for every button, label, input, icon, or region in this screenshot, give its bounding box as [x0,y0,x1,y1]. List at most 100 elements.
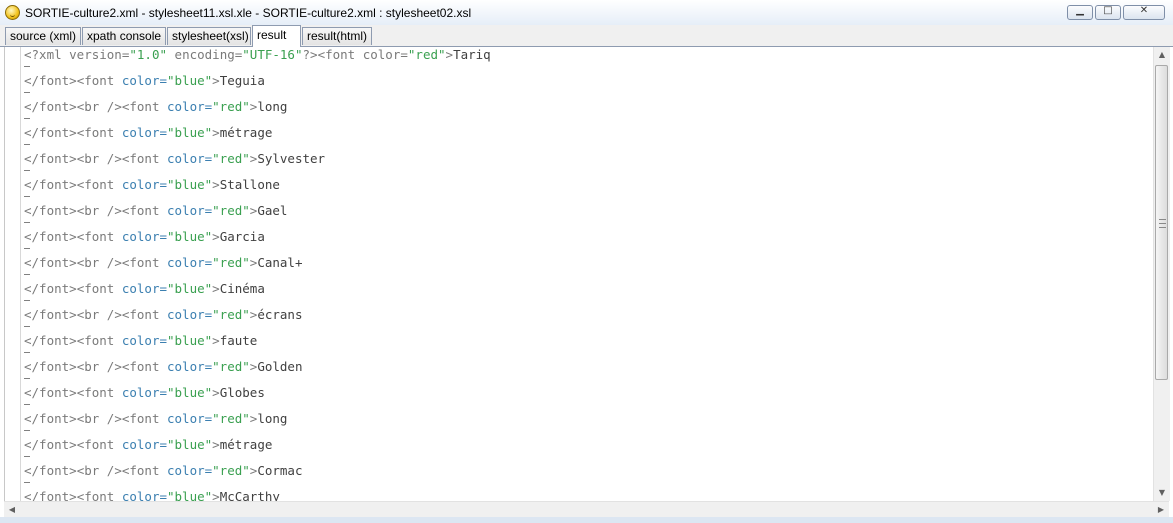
font-close-tag: </font> [24,489,77,502]
scroll-left-icon[interactable]: ◀ [4,502,20,518]
color-attribute: color= [167,411,213,426]
text-content: McCarthy [219,489,280,502]
tag-close: > [212,125,220,140]
color-value: "blue" [167,385,213,400]
text-content: Canal+ [257,255,303,270]
text-content: métrage [219,125,273,140]
color-value: "red" [212,99,250,114]
line-break-marker [24,216,30,223]
attribute-value: "UTF-16" [242,47,303,62]
color-value: "red" [212,203,250,218]
color-value: "blue" [167,437,213,452]
text-content: Sylvester [257,151,326,166]
color-attribute: color= [167,307,213,322]
color-attribute: color= [121,177,167,192]
font-open-tag: <font [76,385,122,400]
font-open-tag: <font [121,151,167,166]
attribute-value: "red" [407,47,446,62]
color-attribute: color= [121,385,167,400]
tag-text: = [400,47,408,62]
color-attribute: color= [121,489,167,502]
title-bar[interactable]: SORTIE-culture2.xml - stylesheet11.xsl.x… [0,0,1173,26]
minimize-button[interactable]: ▁ [1067,5,1093,20]
vertical-scrollbar[interactable]: ▲ ▼ [1153,47,1170,501]
color-value: "blue" [167,73,213,88]
code-line: </font><br /><font color="red">Sylvester [24,151,325,177]
line-break-marker [24,476,30,483]
code-line: </font><font color="blue">Teguia [24,73,265,99]
tab-xpath-console[interactable]: xpath console [82,27,166,45]
text-content: Tariq [453,47,491,62]
code-area: <?xml version="1.0" encoding="UTF-16"?><… [24,47,491,502]
color-attribute: color= [121,333,167,348]
tag-close: > [212,489,220,502]
font-open-tag: <font [76,489,122,502]
tag-text: > [445,47,454,62]
color-value: "red" [212,359,250,374]
font-open-tag: <font [121,463,167,478]
window-title: SORTIE-culture2.xml - stylesheet11.xsl.x… [25,6,472,20]
font-close-tag: </font> [24,73,77,88]
color-attribute: color= [167,151,213,166]
code-line: </font><br /><font color="red">Gael [24,203,287,229]
font-close-tag: </font> [24,99,77,114]
font-close-tag: </font> [24,385,77,400]
line-break-marker [24,86,30,93]
line-break-marker [24,372,30,379]
code-line: </font><br /><font color="red">Cormac [24,463,302,489]
scroll-down-icon[interactable]: ▼ [1154,485,1170,501]
close-icon: ✕ [1139,5,1149,16]
window-bottom-border [0,517,1173,523]
text-content: Teguia [219,73,265,88]
code-line: </font><br /><font color="red">Canal+ [24,255,302,281]
font-open-tag: <font [76,437,122,452]
line-break-marker [24,164,30,171]
font-close-tag: </font> [24,281,77,296]
tab-stylesheet-xsl[interactable]: stylesheet(xsl) [167,27,251,45]
tab-result[interactable]: result [252,25,301,47]
close-button[interactable]: ✕ [1123,5,1165,20]
tab-source-xml[interactable]: source (xml) [5,27,81,45]
vertical-scroll-thumb[interactable] [1155,65,1168,380]
font-close-tag: </font> [24,203,77,218]
line-break-marker [24,190,30,197]
tag-text: <?xml version [24,47,122,62]
br-tag: <br /> [76,203,122,218]
font-close-tag: </font> [24,333,77,348]
text-content: métrage [219,437,273,452]
code-line: </font><br /><font color="red">long [24,99,287,125]
color-attribute: color= [121,281,167,296]
app-smiley-icon [5,5,20,20]
tag-close: > [212,281,220,296]
scroll-right-icon[interactable]: ▶ [1153,502,1169,518]
tag-close: > [212,177,220,192]
color-attribute: color= [121,437,167,452]
code-line: </font><font color="blue">Garcia [24,229,265,255]
color-value: "blue" [167,229,213,244]
text-content: long [257,99,288,114]
scroll-up-icon[interactable]: ▲ [1154,47,1170,63]
font-open-tag: <font [121,411,167,426]
attribute-value: "1.0" [129,47,168,62]
maximize-button[interactable]: □ [1095,5,1121,20]
tab-result-html[interactable]: result(html) [302,27,372,45]
color-value: "red" [212,307,250,322]
horizontal-scrollbar[interactable]: ◀ ▶ [4,501,1169,518]
code-line: </font><br /><font color="red">écrans [24,307,302,333]
br-tag: <br /> [76,255,122,270]
result-editor[interactable]: <?xml version="1.0" encoding="UTF-16"?><… [4,47,1154,501]
code-line: </font><font color="blue">McCarthy [24,489,280,502]
line-break-marker [24,320,30,327]
font-open-tag: <font [76,73,122,88]
color-value: "blue" [167,333,213,348]
text-content: Gael [257,203,288,218]
color-attribute: color= [167,99,213,114]
font-close-tag: </font> [24,177,77,192]
br-tag: <br /> [76,151,122,166]
code-line: </font><font color="blue">faute [24,333,257,359]
text-content: Stallone [219,177,280,192]
font-open-tag: <font [121,359,167,374]
color-value: "blue" [167,489,213,502]
color-attribute: color= [167,255,213,270]
app-window: SORTIE-culture2.xml - stylesheet11.xsl.x… [0,0,1173,523]
